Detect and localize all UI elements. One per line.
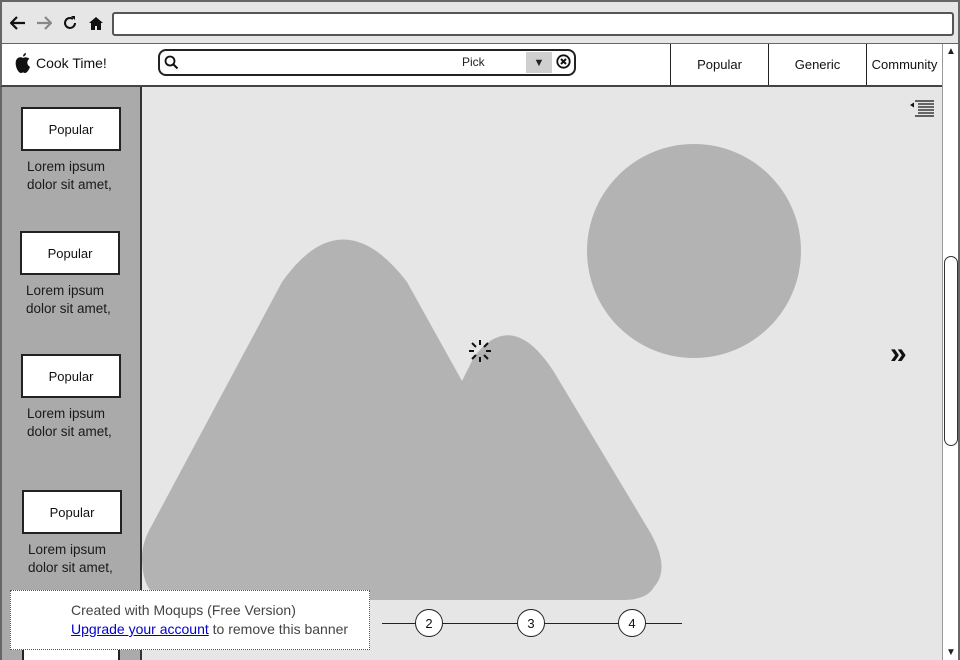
home-icon[interactable] — [86, 12, 106, 34]
banner-text-rest: to remove this banner — [208, 621, 349, 637]
back-arrow-icon[interactable] — [8, 12, 28, 34]
sidebar-popular-button[interactable]: Popular — [21, 354, 121, 398]
logo[interactable]: Cook Time! — [14, 52, 107, 74]
banner-upgrade-line: Upgrade your account to remove this bann… — [71, 621, 348, 637]
tab-community[interactable]: Community — [866, 44, 942, 85]
scroll-down-icon[interactable]: ▼ — [946, 647, 956, 658]
page-dot-2[interactable]: 2 — [415, 609, 443, 637]
app-header: Cook Time! Pick ▼ Popular Generic Commun… — [0, 44, 942, 87]
indent-menu-icon[interactable] — [910, 100, 934, 123]
page-dot-3[interactable]: 3 — [517, 609, 545, 637]
chevron-right-icon[interactable]: » — [890, 337, 907, 371]
reload-icon[interactable] — [60, 12, 80, 34]
banner-text: Created with Moqups (Free Version) — [71, 602, 296, 618]
nav-tabs: Popular Generic Community — [670, 44, 942, 85]
upgrade-account-link[interactable]: Upgrade your account — [71, 621, 209, 637]
sidebar-popular-button[interactable]: Popular — [21, 107, 121, 151]
sidebar-item-text: Lorem ipsum dolor sit amet, — [27, 406, 112, 439]
apple-icon — [14, 52, 32, 74]
chevron-down-icon[interactable]: ▼ — [526, 52, 552, 73]
sidebar-item-text: Lorem ipsum dolor sit amet, — [27, 159, 112, 192]
sidebar: Popular Lorem ipsum dolor sit amet, Popu… — [0, 87, 142, 660]
address-bar[interactable] — [112, 12, 954, 36]
search-box[interactable]: Pick ▼ — [158, 49, 576, 76]
scroll-up-icon[interactable]: ▲ — [946, 46, 956, 57]
scroll-thumb[interactable] — [944, 256, 958, 446]
search-icon — [164, 55, 179, 75]
vertical-scrollbar[interactable]: ▲ ▼ — [942, 44, 960, 660]
browser-toolbar — [0, 0, 960, 44]
sidebar-popular-button[interactable]: Popular — [22, 490, 122, 534]
sidebar-popular-button[interactable]: Popular — [20, 231, 120, 275]
tab-popular[interactable]: Popular — [670, 44, 768, 85]
app-name: Cook Time! — [36, 55, 107, 71]
sidebar-popular-button-partial[interactable] — [22, 650, 120, 660]
forward-arrow-icon[interactable] — [34, 12, 54, 34]
sidebar-item-text: Lorem ipsum dolor sit amet, — [28, 542, 113, 575]
moqups-banner: Created with Moqups (Free Version) Upgra… — [10, 590, 370, 650]
tab-generic[interactable]: Generic — [768, 44, 866, 85]
pick-label: Pick — [462, 55, 485, 69]
search-input[interactable] — [184, 53, 444, 73]
image-placeholder-icon — [142, 144, 801, 600]
page-dot-4[interactable]: 4 — [618, 609, 646, 637]
image-carousel: » 2 3 4 — [142, 87, 942, 660]
clear-icon[interactable] — [556, 54, 571, 74]
sidebar-item-text: Lorem ipsum dolor sit amet, — [26, 283, 111, 316]
